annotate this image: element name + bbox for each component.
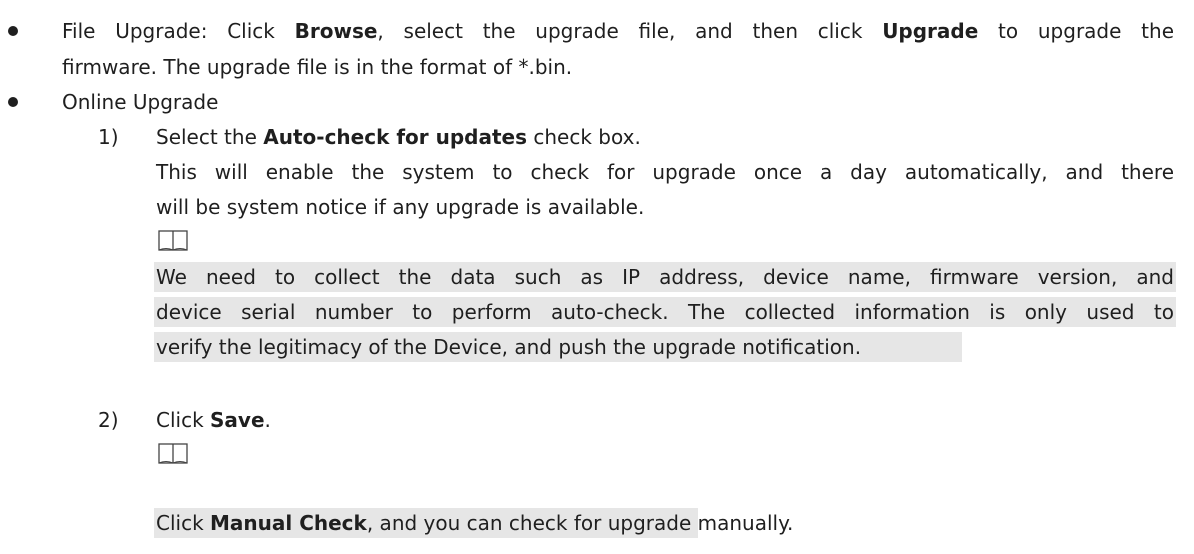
step1-post: check box. — [527, 125, 641, 149]
bullet-file-upgrade — [8, 26, 18, 36]
note2-pre: Click — [156, 511, 211, 535]
file-upgrade-mid: , select the upgrade file, and then clic… — [377, 19, 883, 43]
step1-pre: Select the — [156, 125, 264, 149]
step2-pre: Click — [156, 408, 211, 432]
browse-term: Browse — [294, 19, 378, 43]
step1-number: 1) — [98, 125, 119, 149]
step1-desc1: This will enable the system to check for… — [156, 160, 1174, 184]
auto-check-term: Auto-check for updates — [263, 125, 528, 149]
step2-number: 2) — [98, 408, 119, 432]
note2-line: Click Manual Check, and you can check fo… — [156, 509, 793, 537]
note1-line1: We need to collect the data such as IP a… — [156, 265, 1174, 289]
step2-instruction: Click Save. — [156, 406, 271, 434]
online-upgrade-label: Online Upgrade — [62, 90, 219, 114]
step2-post: . — [264, 408, 271, 432]
save-term: Save — [210, 408, 265, 432]
note1-line3: verify the legitimacy of the Device, and… — [156, 335, 862, 359]
note2-post: , and you can check for upgrade manually… — [366, 511, 794, 535]
book-note-icon — [158, 443, 188, 464]
step1-instruction: Select the Auto-check for updates check … — [156, 123, 641, 151]
file-upgrade-post: to upgrade the — [978, 19, 1174, 43]
book-note-icon — [158, 230, 188, 251]
file-upgrade-line1: File Upgrade: Click Browse, select the u… — [62, 17, 1174, 45]
file-upgrade-line2: firmware. The upgrade file is in the for… — [62, 55, 573, 79]
file-upgrade-pre: File Upgrade: Click — [62, 19, 295, 43]
bullet-online-upgrade — [8, 97, 18, 107]
note1-line2: device serial number to perform auto-che… — [156, 300, 1174, 324]
step1-desc2: will be system notice if any upgrade is … — [156, 195, 645, 219]
manual-check-term: Manual Check — [210, 511, 367, 535]
upgrade-term: Upgrade — [882, 19, 979, 43]
